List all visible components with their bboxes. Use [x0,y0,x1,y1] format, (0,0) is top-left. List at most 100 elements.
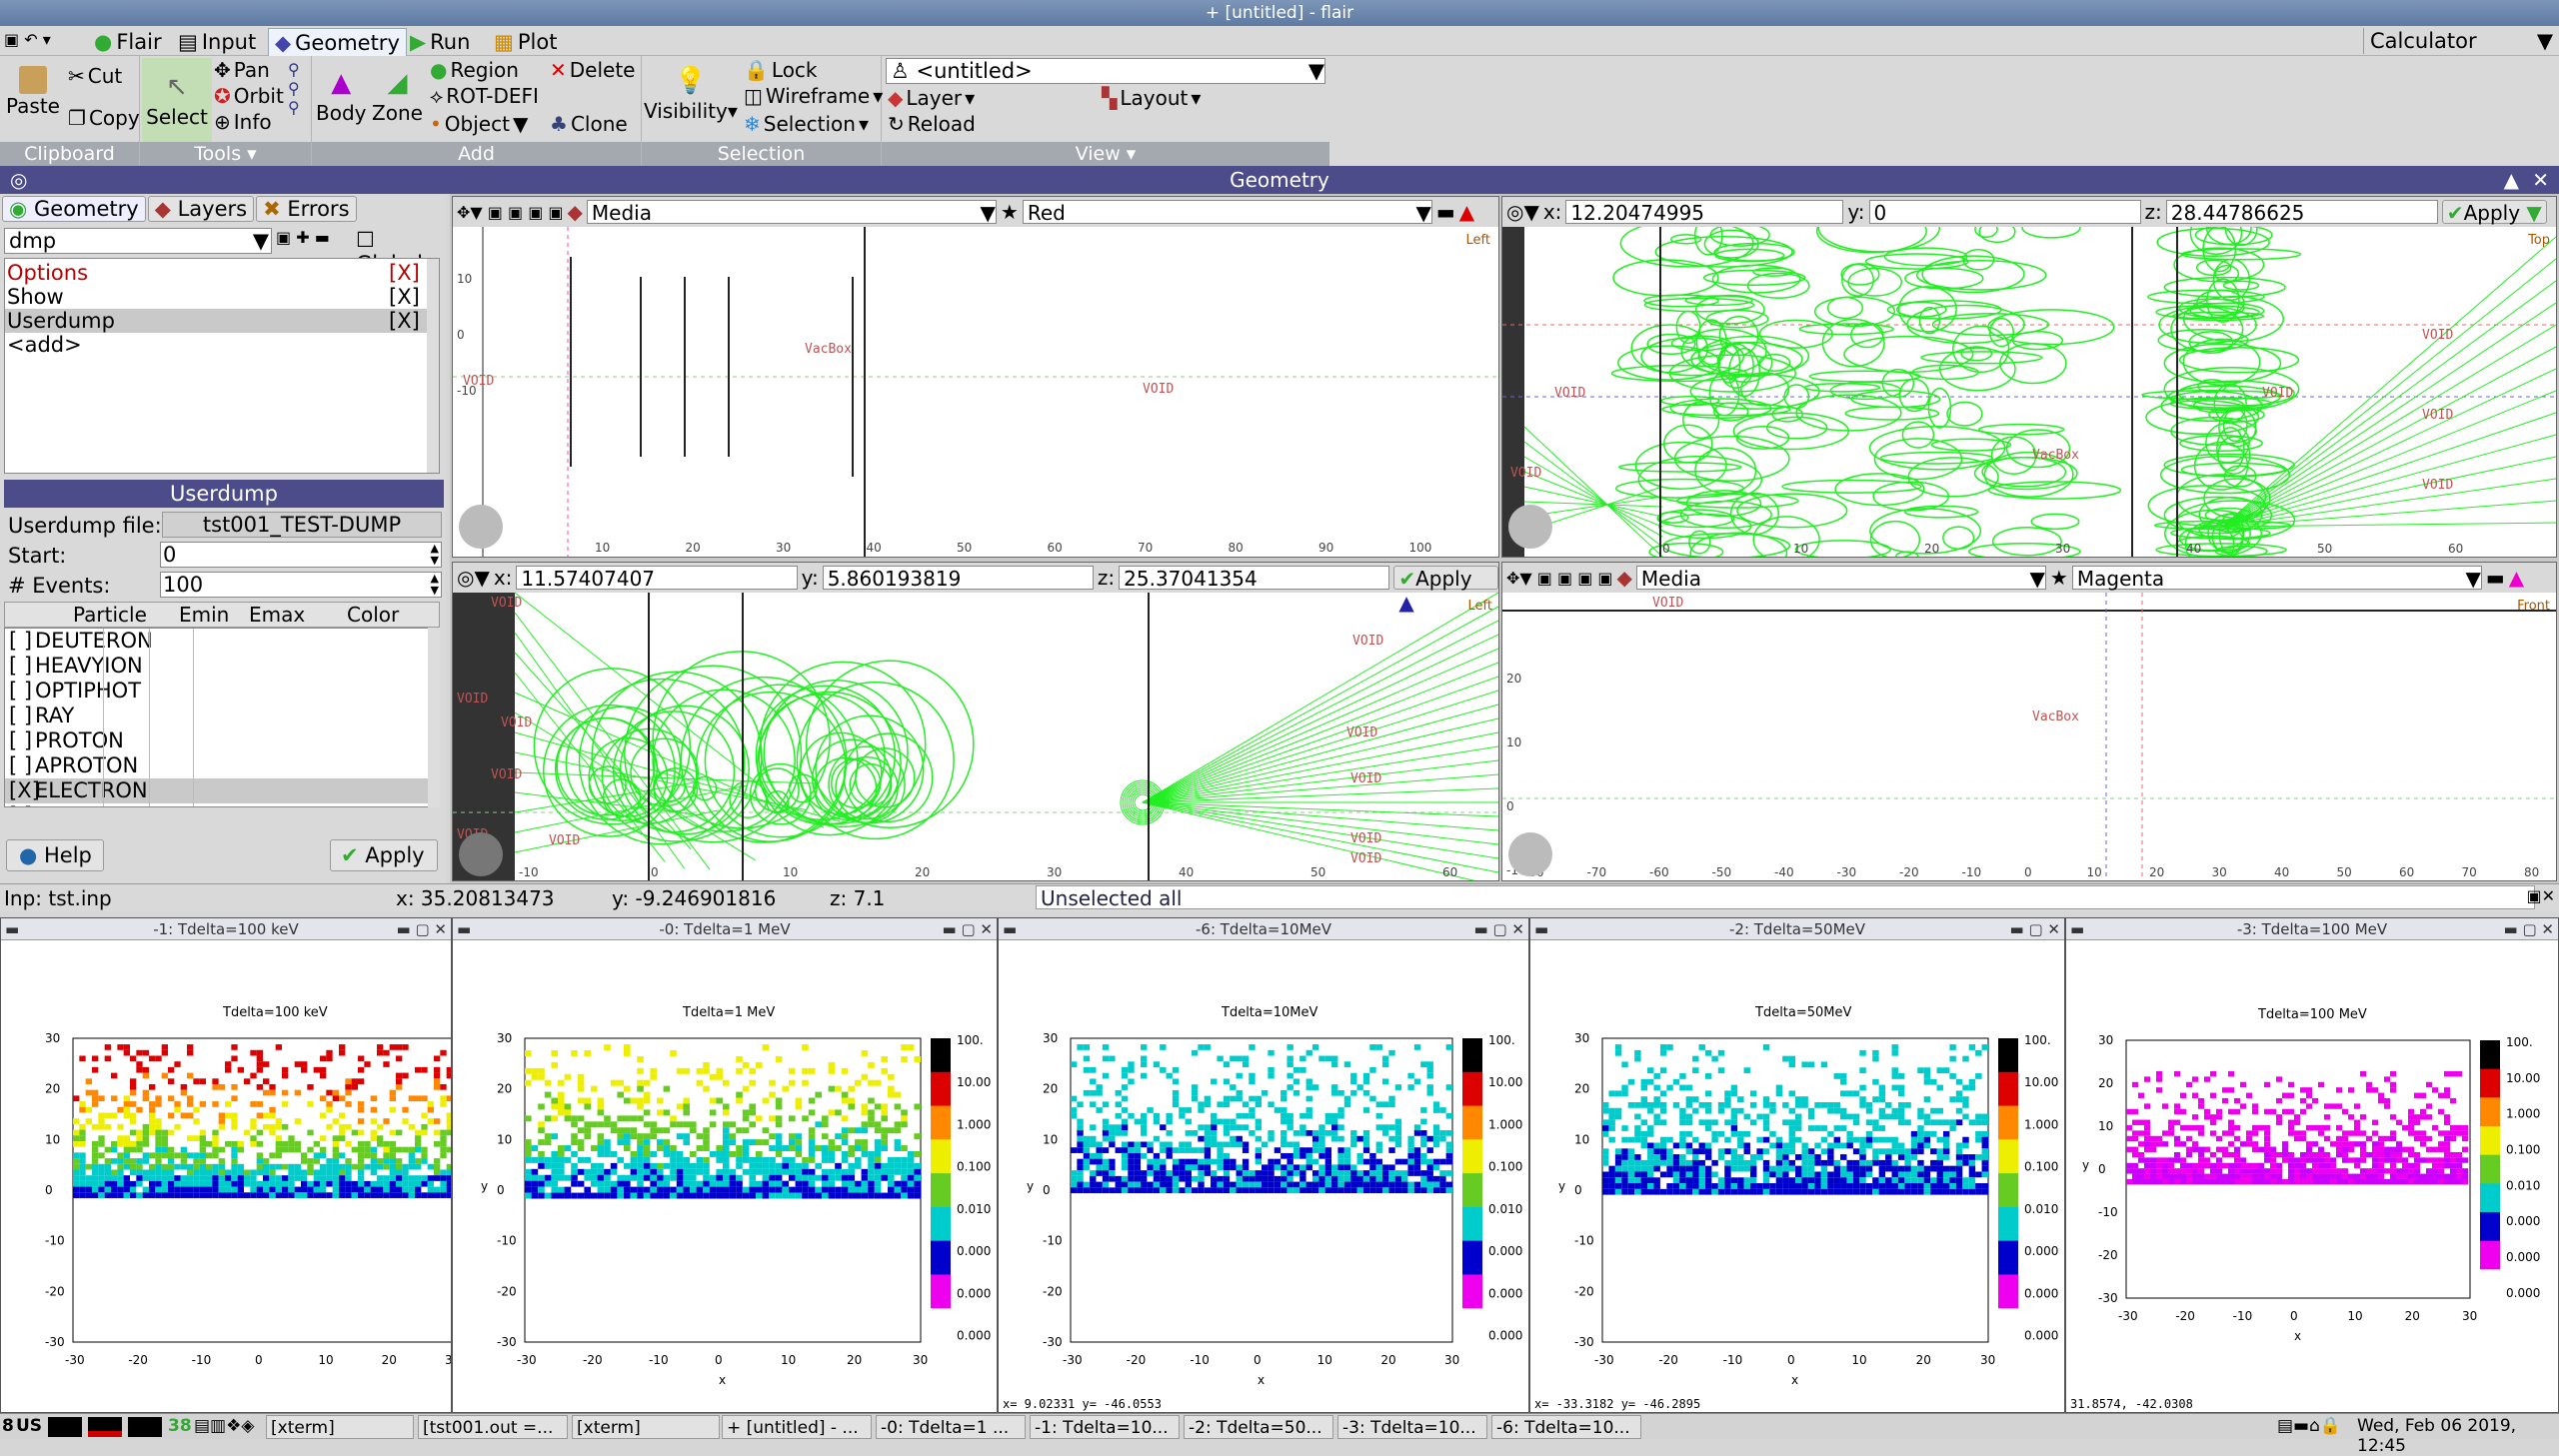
taskbar-item[interactable]: -1: Tdelta=10... [1030,1415,1180,1439]
histogram-plot[interactable]: Tdelta=100 keV 30 20 10 0 -10 -20 -30-30 -20 -10 0… [1,940,451,1412]
tab-run[interactable]: ▶ Run [404,28,476,56]
bl-x-field[interactable]: 11.57407407 [516,566,798,591]
tr-apply-button[interactable]: ✔Apply ▼ [2441,200,2547,225]
list-item[interactable]: Userdump [X] [5,309,427,333]
taskbar-item[interactable]: -0: Tdelta=1 ... [876,1415,1026,1439]
histogram-plot[interactable]: Tdelta=1 MeV 30 20 10 0 -10 -20 -30-30 -20 -10 0 10… [453,940,997,1412]
axes-gizmo[interactable] [459,505,503,549]
particle-checkbox[interactable]: [ ] [9,753,32,777]
plot-window[interactable]: ▬ -6: Tdelta=10MeV ▬ ▢ ✕ Tdelta=10MeV 30 20 10… [998,917,1529,1413]
tab-flair[interactable]: ● Flair [88,28,168,56]
rotdefi-button[interactable]: ⟡ ROT-DEFI [430,84,539,108]
tab-layers[interactable]: ◆ Layers [147,196,255,222]
orbit-button[interactable]: ✪ Orbit [214,84,284,108]
taskbar-item[interactable]: [tst001.out =... [418,1415,568,1439]
close-icon[interactable]: ✕ [2532,166,2549,194]
layer-select[interactable]: dmp ▼ [4,228,272,254]
keyboard-layout[interactable]: US [16,1416,42,1436]
window-menu-icon[interactable]: ▬ [5,918,19,940]
viewport-tl-mode-select[interactable]: Media ▼ [586,200,997,225]
selection-dropdown[interactable]: ❄ Selection ▾ [744,112,869,136]
viewport-bl-canvas[interactable]: VOID VOID VOID VOID VOID VOID VOID VOID VOID VOID… [453,593,1498,880]
plot-window[interactable]: ▬ -0: Tdelta=1 MeV ▬ ▢ ✕ Tdelta=1 MeV 30 20 10… [452,917,998,1413]
particle-row[interactable]: [X] ELECTRON [5,778,429,803]
clone-button[interactable]: ♣ Clone [550,112,628,136]
particle-row[interactable]: [ ] DEUTERON [5,629,429,654]
particle-table-scrollbar[interactable] [428,628,440,807]
red-up-icon[interactable]: ▲ [1459,200,1474,224]
window-menu-icon[interactable]: ▬ [457,918,471,940]
viewport-br-mode-select[interactable]: Media ▼ [1635,566,2046,591]
particle-row[interactable]: [ ] APROTON [5,753,429,778]
particle-checkbox[interactable]: [ ] [9,654,32,678]
window-controls[interactable]: ▬ ▢ ✕ [2010,918,2060,940]
window-controls[interactable]: ▬ ▢ ✕ [943,918,993,940]
events-field[interactable]: 100 ▲ ▼ [160,572,442,598]
visibility-button[interactable]: 💡 Visibility▾ [644,66,738,123]
window-menu-icon[interactable]: ▬ [2070,918,2084,940]
tray-icons[interactable]: ▤▬⌂🔒 [2277,1416,2341,1436]
info-button[interactable]: ⊕ Info [214,110,272,134]
particle-row[interactable]: [ ] HEAVYION [5,654,429,679]
taskbar-item[interactable]: [xterm] [266,1415,414,1439]
viewport-menu-icon[interactable]: ◎▼ [457,566,490,590]
zoom-icons[interactable]: ⚲ ⚲ ⚲ [288,60,300,117]
tab-geometry[interactable]: ◆ Geometry [268,28,407,56]
quick-access-icons[interactable]: ▣ ↶ ▾ [4,30,51,49]
list-item[interactable]: Options [X] [7,261,427,285]
taskbar-item[interactable]: -2: Tdelta=50... [1184,1415,1333,1439]
maximize-icon[interactable]: ▲ [2504,166,2519,194]
particle-row[interactable]: [ ] RAY [5,704,429,728]
viewport-tl-canvas[interactable]: VOIDVacBoxVOID10 20 30 40 50 60 70 80 90 100100-1… [453,227,1498,557]
copy-button[interactable]: ❐ Copy [68,106,140,130]
pager-1[interactable] [48,1417,82,1437]
viewport-br-canvas[interactable]: VOIDVacBox-80-70-60-50-40-30-20-10010203… [1502,593,2556,880]
zone-button[interactable]: ◢ Zone [372,68,423,125]
start-field[interactable]: 0 ▲ ▼ [160,542,442,568]
minus-button[interactable]: ▬ [2486,566,2505,590]
taskbar-item[interactable]: + [untitled] - ... [722,1415,872,1439]
viewport-tr-canvas[interactable]: VOIDVOIDVacBoxVOIDVOIDVOIDVOIDVOID010203… [1502,227,2556,557]
layout-dropdown[interactable]: ▚ Layout ▾ [1102,86,1201,110]
magenta-up-icon[interactable]: ▲ [2509,566,2524,590]
viewport-tool-icons[interactable]: ✥▼ ▣ ▣ ▣ ▣ [457,203,564,222]
tr-y-field[interactable]: 0 [1868,200,2141,225]
frame-menu-icon[interactable]: ◎ [10,166,27,194]
help-button[interactable]: ● Help [6,839,104,871]
reload-button[interactable]: ↻ Reload [888,112,976,136]
pager-3[interactable] [128,1417,162,1437]
tr-x-field[interactable]: 12.20474995 [1565,200,1844,225]
viewport-tl-color-select[interactable]: Red ▼ [1022,200,1432,225]
plot-window[interactable]: ▬ -1: Tdelta=100 keV ▬ ▢ ✕ Tdelta=100 keV 30… [0,917,452,1413]
body-button[interactable]: ▲ Body [316,68,367,125]
calculator-dropdown[interactable]: Calculator ▼ [2363,28,2559,54]
view-select[interactable]: ♙ <untitled> ▼ [886,58,1325,84]
particle-row[interactable]: [ ]POSITRON [5,803,429,806]
layer-list-scrollbar[interactable] [427,259,439,473]
tr-z-field[interactable]: 28.44786625 [2165,200,2438,225]
userdump-file-button[interactable]: tst001_TEST-DUMP [162,512,442,538]
plot-window[interactable]: ▬ -3: Tdelta=100 MeV ▬ ▢ ✕ Tdelta=100 MeV 30… [2065,917,2559,1413]
tab-geometry-panel[interactable]: ◉ Geometry [2,196,146,222]
histogram-plot[interactable]: Tdelta=100 MeV 30 20 10 0 -10 -20 -30-30 -20 -10 0… [2066,940,2558,1412]
particle-row[interactable]: [ ] OPTIPHOT [5,679,429,704]
apply-button[interactable]: ✔ Apply [330,839,438,871]
tab-errors[interactable]: ✖ Errors [256,196,357,222]
wireframe-dropdown[interactable]: ◫ Wireframe ▾ [744,84,883,108]
object-dropdown[interactable]: • Object ▼ [430,112,528,136]
select-button[interactable]: ↖ Select [142,58,212,142]
particle-checkbox[interactable]: [ ] [9,728,32,752]
taskbar-item[interactable]: -3: Tdelta=10... [1337,1415,1487,1439]
window-menu-icon[interactable]: ▬ [1003,918,1017,940]
window-controls[interactable]: ▬ ▢ ✕ [2504,918,2554,940]
histogram-plot[interactable]: Tdelta=50MeV 30 20 10 0 -10 -20 -30-30 -20 -10 0 10… [1530,940,2064,1412]
tab-input[interactable]: ▤ Input [172,28,262,56]
bl-apply-button[interactable]: ✔Apply ▲ [1393,566,1498,615]
particle-checkbox[interactable]: [ ] [9,629,32,653]
particle-checkbox[interactable]: [ ] [9,803,32,806]
window-menu-icon[interactable]: ▬ [1534,918,1548,940]
axes-gizmo[interactable] [1508,505,1552,549]
pan-button[interactable]: ✥ Pan [214,58,270,82]
tab-plot[interactable]: ▦ Plot [488,28,563,56]
particle-checkbox[interactable]: [ ] [9,704,32,728]
